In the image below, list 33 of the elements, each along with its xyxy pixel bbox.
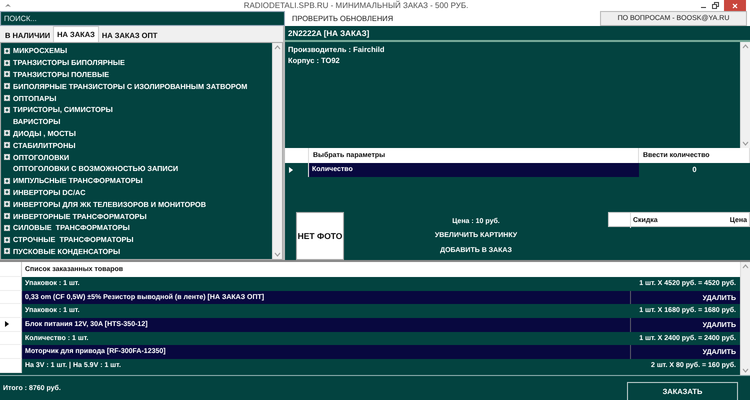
close-button[interactable] (724, 0, 746, 11)
row-header-cell[interactable] (0, 318, 22, 332)
row-header-cell (0, 262, 22, 277)
row-header-cell[interactable] (0, 332, 22, 346)
expand-icon[interactable] (4, 201, 10, 208)
no-photo-box: НЕТ ФОТО (296, 212, 344, 260)
row-header-cell[interactable] (0, 304, 22, 318)
expand-icon[interactable] (4, 106, 10, 113)
expand-icon[interactable] (4, 60, 10, 66)
row-header-cell[interactable] (0, 277, 22, 291)
row-header-cell[interactable] (0, 345, 22, 360)
expand-icon[interactable] (4, 71, 10, 78)
restore-icon[interactable] (712, 2, 719, 9)
expand-icon[interactable] (4, 130, 10, 136)
row-header-cell[interactable] (0, 359, 22, 373)
expand-icon[interactable] (4, 154, 10, 160)
row-pointer-icon (5, 321, 9, 328)
expand-icon[interactable] (4, 213, 10, 220)
row-header-cell[interactable] (0, 290, 22, 304)
product-title: 2N2222A [НА ЗАКАЗ] (285, 26, 750, 42)
expand-icon[interactable] (4, 178, 10, 184)
expand-icon[interactable] (4, 48, 10, 54)
expand-icon[interactable] (4, 95, 10, 102)
expand-icon[interactable] (4, 248, 10, 254)
expand-icon[interactable] (4, 189, 10, 196)
expand-icon[interactable] (4, 83, 10, 90)
app-icon (4, 3, 12, 8)
expand-icon[interactable] (4, 236, 10, 243)
row-pointer-icon (289, 167, 293, 173)
window-title: RADIODETALI.SPB.RU - МИНИМАЛЬНЫЙ ЗАКАЗ - 500 РУБ. (242, 0, 470, 11)
expand-icon[interactable] (4, 142, 10, 148)
expand-icon[interactable] (4, 224, 10, 231)
close-icon (732, 2, 738, 8)
